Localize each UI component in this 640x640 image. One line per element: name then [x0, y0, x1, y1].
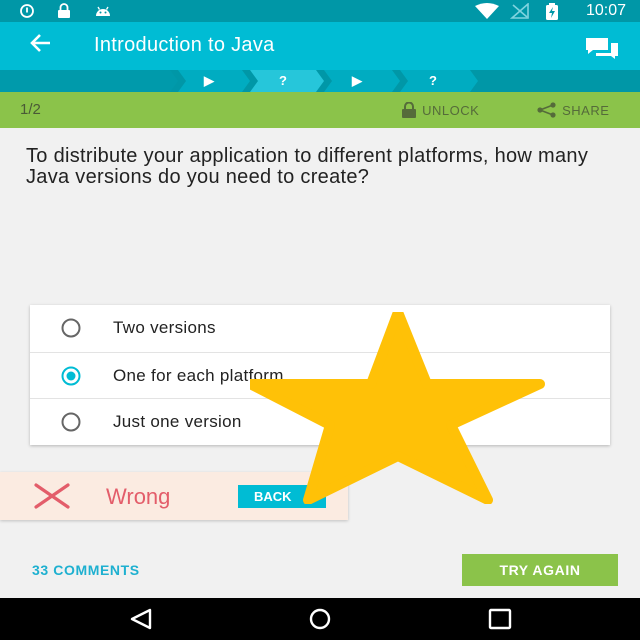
star-icon: [250, 312, 545, 504]
option-label: Just one version: [113, 412, 242, 431]
arrow-back-icon[interactable]: [28, 30, 54, 62]
unlock-button[interactable]: UNLOCK: [400, 101, 480, 118]
progress-step[interactable]: ▶: [196, 70, 222, 92]
progress-step[interactable]: ?: [420, 70, 446, 92]
close-x-icon: [32, 483, 72, 514]
option-label: Two versions: [113, 318, 216, 337]
wifi-icon: [474, 3, 500, 23]
lesson-progress: ▶ ? ▶ ?: [0, 70, 640, 92]
quiz-header: 1/2 UNLOCK SHARE: [0, 92, 640, 128]
android-icon: [94, 3, 112, 23]
lock-icon: [56, 3, 72, 23]
app-bar: Introduction to Java: [0, 22, 640, 70]
share-label: SHARE: [562, 103, 610, 118]
question-counter: 1/2: [20, 101, 41, 118]
nav-back-icon[interactable]: [128, 608, 154, 630]
progress-step[interactable]: ▶: [344, 70, 370, 92]
share-button[interactable]: SHARE: [536, 102, 609, 118]
result-text: Wrong: [106, 484, 171, 509]
lock-icon: [402, 101, 416, 118]
no-sim-icon: [509, 2, 530, 23]
radio-unchecked-icon[interactable]: [56, 317, 86, 339]
try-again-button[interactable]: TRY AGAIN: [462, 554, 618, 586]
question-text: To distribute your application to differ…: [26, 145, 589, 188]
unlock-label: UNLOCK: [422, 103, 480, 118]
share-icon: [537, 102, 556, 118]
alert-icon: [18, 3, 36, 23]
status-bar: 10:07: [0, 0, 640, 22]
comments-link[interactable]: 33 COMMENTS: [32, 562, 140, 578]
page-title: Introduction to Java: [94, 34, 275, 56]
nav-home-icon[interactable]: [307, 608, 333, 630]
radio-unchecked-icon[interactable]: [56, 411, 86, 433]
progress-chevrons: [0, 70, 478, 92]
chat-icon[interactable]: [584, 36, 620, 65]
radio-checked-icon[interactable]: [56, 365, 86, 387]
nav-recents-icon[interactable]: [487, 608, 513, 630]
progress-step[interactable]: ?: [270, 70, 296, 92]
clock-time: 10:07: [585, 2, 626, 19]
system-nav-bar: [0, 598, 640, 640]
